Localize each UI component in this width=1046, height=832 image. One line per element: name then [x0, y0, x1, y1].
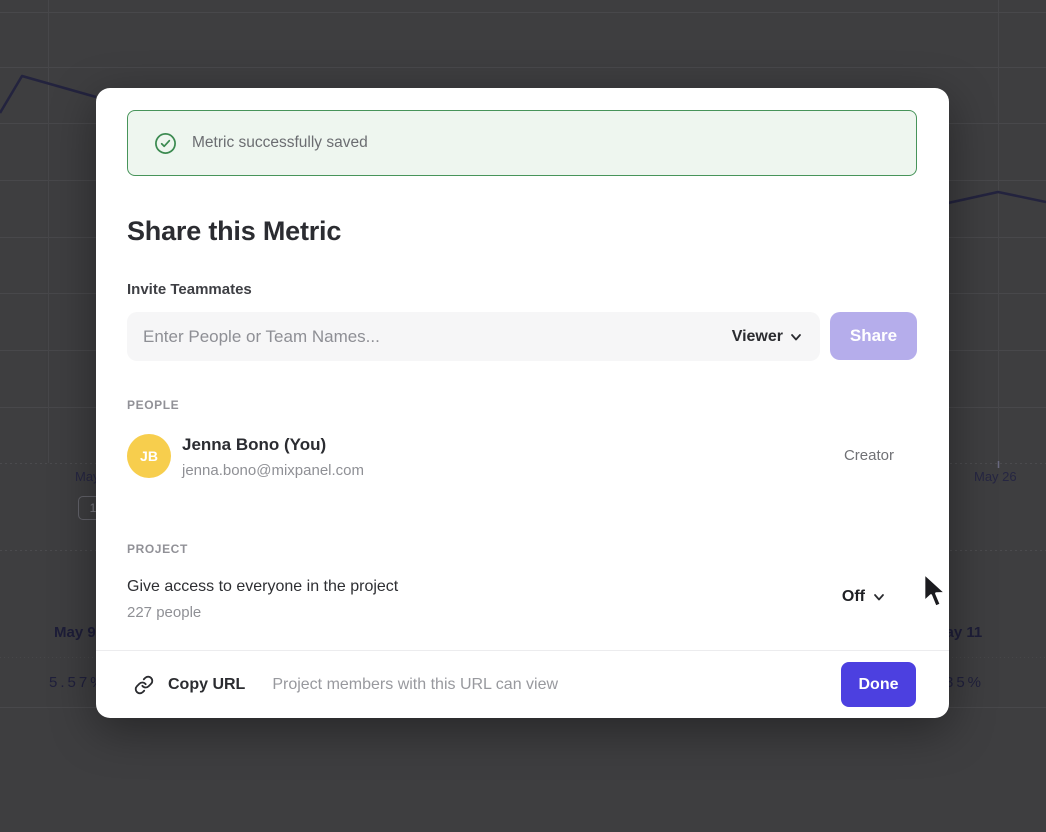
modal-footer: Copy URL Project members with this URL c…	[96, 650, 949, 718]
person-row: JB Jenna Bono (You) jenna.bono@mixpanel.…	[127, 434, 916, 478]
share-button[interactable]: Share	[830, 312, 917, 360]
table-value-right: 35%	[945, 674, 984, 691]
modal-title: Share this Metric	[127, 216, 341, 247]
footer-hint-text: Project members with this URL can view	[272, 676, 841, 694]
avatar-initials: JB	[140, 448, 158, 464]
person-name: Jenna Bono (You)	[182, 435, 326, 455]
link-icon	[134, 675, 154, 695]
chevron-down-icon	[873, 591, 885, 603]
share-metric-modal: Metric successfully saved Share this Met…	[96, 88, 949, 718]
person-role-badge: Creator	[844, 447, 894, 464]
chevron-down-icon	[790, 331, 802, 343]
copy-url-button[interactable]: Copy URL	[168, 676, 245, 694]
project-access-dropdown-value: Off	[842, 588, 865, 606]
project-member-count: 227 people	[127, 604, 201, 621]
chart-line-right-segment	[948, 192, 1046, 203]
avatar: JB	[127, 434, 171, 478]
success-banner: Metric successfully saved	[127, 110, 917, 176]
check-circle-icon	[154, 132, 177, 155]
invite-input[interactable]	[143, 327, 732, 347]
invite-teammates-label: Invite Teammates	[127, 281, 252, 298]
project-access-row: Give access to everyone in the project 2…	[127, 576, 916, 626]
success-banner-text: Metric successfully saved	[192, 134, 368, 152]
done-button[interactable]: Done	[841, 662, 916, 707]
x-axis-label-may-26: May 26	[974, 469, 1017, 484]
invite-field[interactable]: Viewer	[127, 312, 820, 361]
invite-row: Viewer Share	[127, 312, 917, 361]
person-email: jenna.bono@mixpanel.com	[182, 462, 364, 479]
project-access-title: Give access to everyone in the project	[127, 578, 398, 596]
role-dropdown[interactable]: Viewer	[732, 328, 802, 346]
project-access-dropdown[interactable]: Off	[842, 588, 885, 606]
project-section-label: PROJECT	[127, 542, 188, 556]
people-section-label: PEOPLE	[127, 398, 179, 412]
table-header-may-9: May 9	[54, 624, 96, 641]
role-dropdown-value: Viewer	[732, 328, 783, 346]
